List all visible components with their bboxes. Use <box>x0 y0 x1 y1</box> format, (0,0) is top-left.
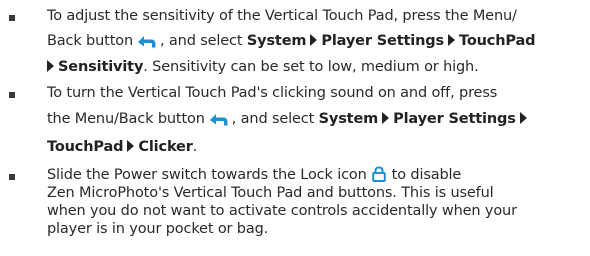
text-line-4: player is in your pocket or bag. <box>47 221 269 237</box>
menu-back-icon <box>137 33 157 54</box>
text-line: when you do not want to activate control… <box>47 202 517 220</box>
text-line: To adjust the sensitivity of the Vertica… <box>47 7 517 25</box>
text-line: Sensitivity. Sensitivity can be set to l… <box>47 58 479 76</box>
menu-path-clicker: Clicker <box>138 139 193 155</box>
menu-arrow-icon <box>382 112 390 124</box>
text-line-3: when you do not want to activate control… <box>47 203 517 219</box>
text-line-1-start: Slide the Power switch towards the Lock … <box>47 167 367 183</box>
menu-arrow-icon <box>310 34 318 46</box>
text-line-2-end: , and select <box>160 33 243 49</box>
text-line-2-end: , and select <box>231 111 315 127</box>
text-line: Back button , and select System Player Set… <box>47 32 536 54</box>
menu-path-system: System <box>318 111 379 127</box>
text-line: player is in your pocket or bag. <box>47 220 268 238</box>
text-line: TouchPad Clicker. <box>47 138 197 156</box>
text-line-1-end: to disable <box>391 167 462 183</box>
menu-path-system: System <box>246 33 307 49</box>
text-line-2-start: the Menu/Back button <box>47 111 205 127</box>
text-line-3-end: . <box>192 139 198 155</box>
text-line: Zen MicroPhoto's Vertical Touch Pad and … <box>47 184 494 202</box>
menu-arrow-icon <box>127 140 135 152</box>
menu-path-touchpad: TouchPad <box>459 33 536 49</box>
menu-arrow-icon <box>47 60 54 72</box>
menu-path-player-settings: Player Settings <box>393 111 516 127</box>
menu-back-icon <box>209 111 229 132</box>
text-line: the Menu/Back button , and select System P… <box>47 110 531 132</box>
instruction-list: To adjust the sensitivity of the Vertica… <box>0 0 590 256</box>
text-line-1: To adjust the sensitivity of the Vertica… <box>47 8 517 24</box>
text-line-1: To turn the Vertical Touch Pad's clickin… <box>47 85 498 101</box>
bullet-marker <box>9 174 15 180</box>
text-line-2: Zen MicroPhoto's Vertical Touch Pad and … <box>47 185 494 201</box>
bullet-marker <box>9 15 15 21</box>
menu-path-player-settings: Player Settings <box>321 33 444 49</box>
menu-path-touchpad: TouchPad <box>47 139 124 155</box>
text-line-2-start: Back button <box>47 33 133 49</box>
text-line: To turn the Vertical Touch Pad's clickin… <box>47 84 497 102</box>
bullet-marker <box>9 92 15 98</box>
menu-path-sensitivity: Sensitivity <box>58 59 144 75</box>
menu-arrow-icon <box>448 34 455 46</box>
text-line-3-end: . Sensitivity can be set to low, medium … <box>143 59 479 75</box>
menu-arrow-icon <box>519 112 527 124</box>
